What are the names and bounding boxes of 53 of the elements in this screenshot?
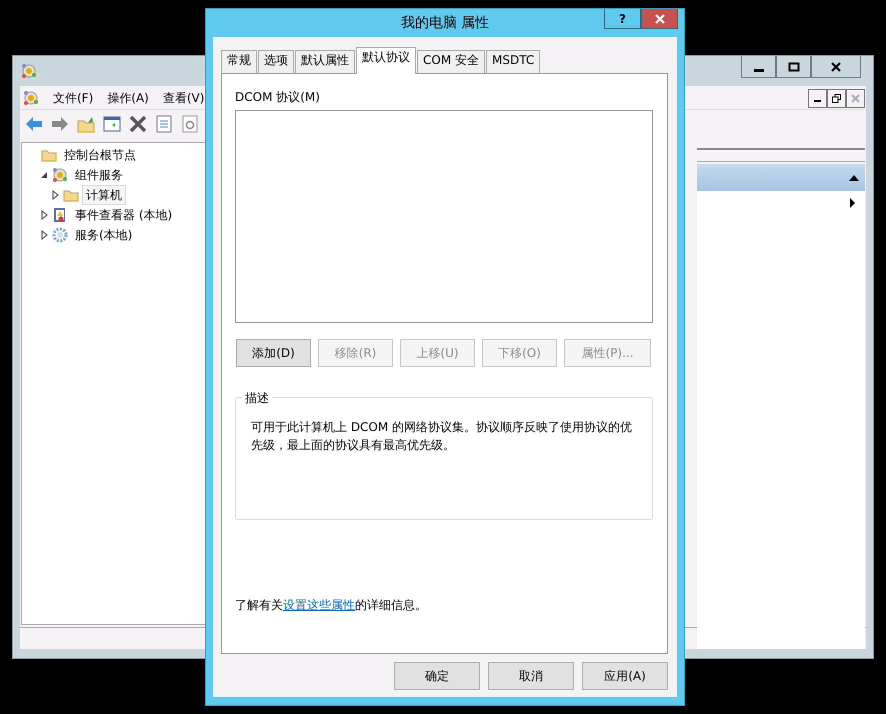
collapse-icon [849, 174, 859, 180]
list-label: DCOM 协议(M) [235, 89, 321, 106]
group-title: 描述 [242, 389, 272, 407]
close-icon [851, 94, 860, 103]
expand-icon[interactable] [50, 190, 60, 200]
gears-icon [23, 90, 39, 106]
description-text: 可用于此计算机上 DCOM 的网络协议集。协议顺序反映了使用协议的优先级，最上面的协议具有最高优先级。 [251, 419, 634, 454]
button[interactable]: 应用(A) [582, 662, 668, 690]
properties-icon[interactable] [154, 114, 174, 134]
help-button[interactable]: ? [604, 9, 641, 29]
tree-item[interactable]: 服务(本地) [71, 225, 136, 245]
tab[interactable]: 选项 [258, 50, 294, 73]
button[interactable]: 添加(D) [236, 339, 311, 367]
minimize-button[interactable] [808, 89, 827, 108]
restore-icon [832, 94, 841, 103]
button[interactable]: 确定 [394, 662, 480, 690]
forward-arrow-icon[interactable] [50, 114, 70, 134]
gears-icon [21, 63, 37, 79]
minimize-icon [754, 69, 764, 72]
settings-link[interactable]: 设置这些属性 [283, 598, 355, 612]
window-title: 我的电脑 属性 [400, 15, 490, 31]
tab[interactable]: MSDTC [486, 50, 540, 73]
minimize-button[interactable] [741, 56, 776, 78]
log-book-icon [52, 207, 68, 223]
tab[interactable]: 默认协议 [356, 47, 416, 74]
delete-icon[interactable] [128, 114, 148, 134]
info-text: 了解有关设置这些属性的详细信息。 [235, 597, 428, 614]
panel-icon[interactable] [102, 114, 122, 134]
tab[interactable]: 默认属性 [295, 50, 355, 73]
tab[interactable]: COM 安全 [417, 50, 485, 73]
gear-icon [52, 227, 68, 243]
close-button[interactable] [641, 9, 678, 29]
close-icon [830, 60, 842, 72]
tab[interactable]: 常规 [221, 50, 257, 73]
submenu-arrow-icon [850, 198, 855, 208]
tree-item[interactable]: 计算机 [82, 185, 126, 205]
button[interactable]: 取消 [488, 662, 574, 690]
menu-item[interactable]: 操作(A) [107, 88, 149, 106]
gears-icon [52, 167, 68, 183]
tree-item[interactable]: 控制台根节点 [60, 145, 140, 165]
close-icon [654, 13, 666, 26]
tree-item[interactable]: 组件服务 [71, 165, 127, 185]
maximize-button[interactable] [776, 56, 811, 78]
tree-item[interactable]: 事件查看器 (本地) [71, 205, 176, 225]
menu-item[interactable]: 查看(V) [162, 88, 204, 106]
refresh-icon[interactable] [180, 114, 200, 134]
menu-item[interactable]: 文件(F) [53, 88, 94, 106]
expand-icon[interactable] [39, 210, 49, 220]
close-button[interactable] [811, 56, 861, 78]
expand-icon[interactable] [39, 230, 49, 240]
collapse-icon[interactable] [39, 170, 49, 180]
maximize-icon [788, 60, 800, 72]
restore-button[interactable] [827, 89, 846, 108]
